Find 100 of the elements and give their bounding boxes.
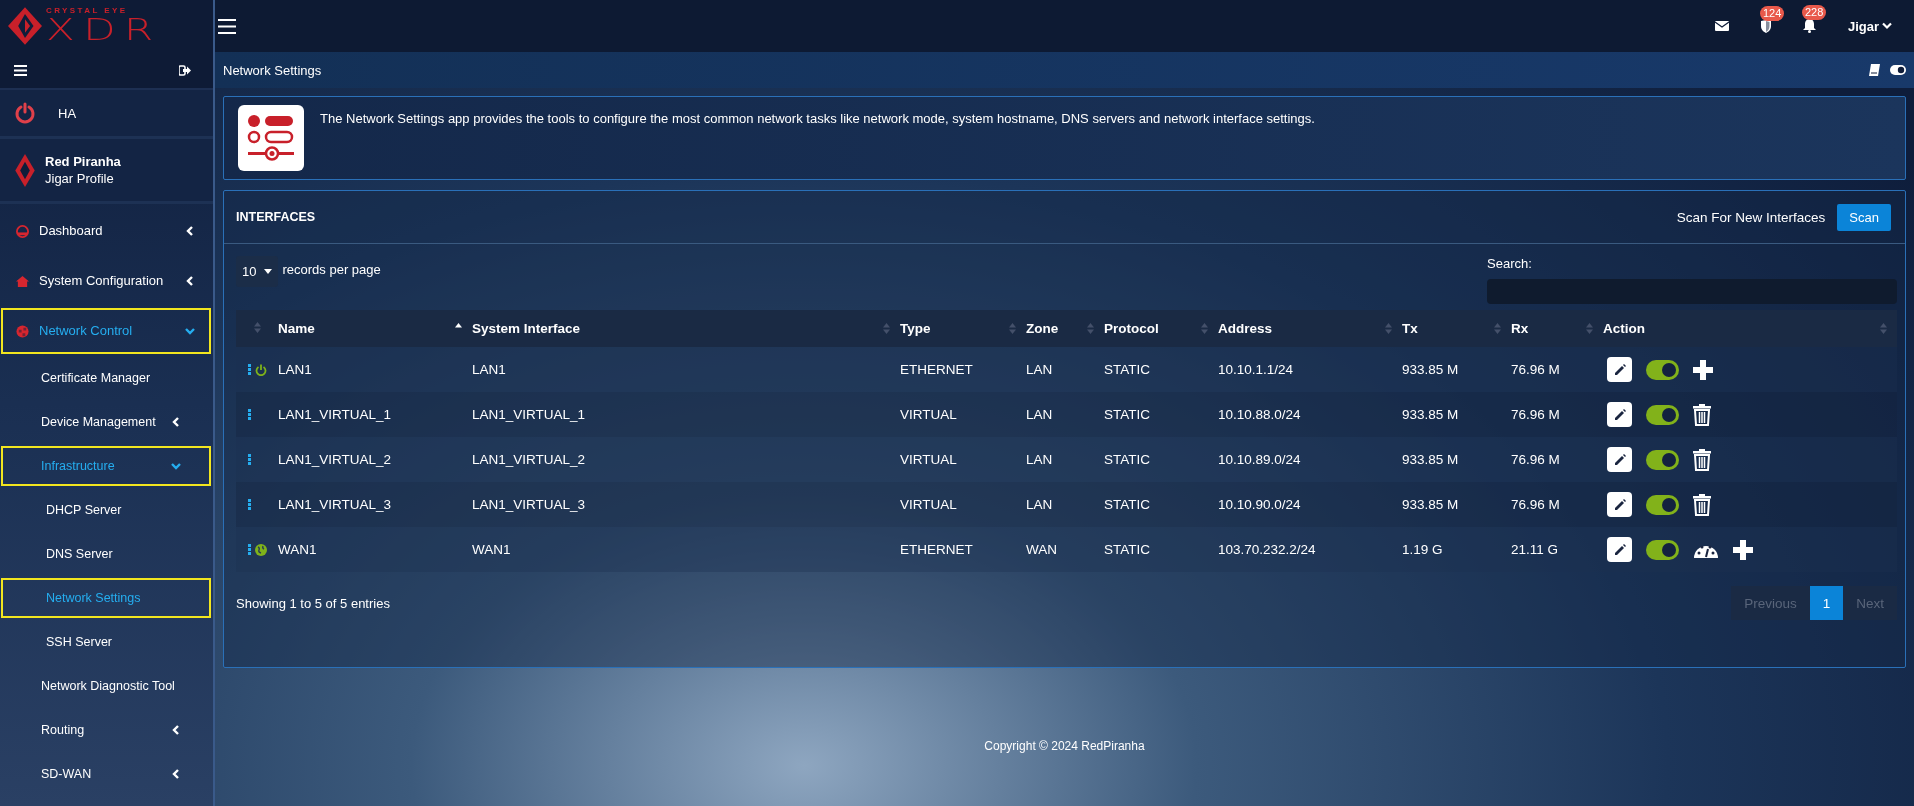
table-cell: 103.70.232.2/24 xyxy=(1218,527,1402,572)
column-header[interactable]: Type xyxy=(900,310,1026,347)
scan-button[interactable]: Scan xyxy=(1837,203,1891,231)
chevron-icon xyxy=(185,326,195,336)
drag-handle-icon[interactable] xyxy=(248,454,251,465)
table-cell: STATIC xyxy=(1104,347,1218,392)
column-header[interactable]: Zone xyxy=(1026,310,1104,347)
sidebar-item[interactable]: DHCP Server xyxy=(1,490,211,530)
sidebar-item[interactable]: Infrastructure xyxy=(1,446,211,486)
table-cell: LAN xyxy=(1026,437,1104,482)
table-cell: 933.85 M xyxy=(1402,482,1511,527)
table-cell: ETHERNET xyxy=(900,527,1026,572)
trash-icon[interactable] xyxy=(1693,448,1711,471)
edit-button[interactable] xyxy=(1607,402,1632,427)
scan-label: Scan For New Interfaces xyxy=(1676,209,1826,225)
search-field[interactable] xyxy=(1487,279,1897,304)
sidebar-item[interactable]: Dashboard xyxy=(1,208,211,254)
trash-icon[interactable] xyxy=(1693,403,1711,426)
menu-icon[interactable] xyxy=(14,64,27,76)
home-icon xyxy=(16,274,29,288)
table-cell: ETHERNET xyxy=(900,347,1026,392)
plus-icon[interactable] xyxy=(1693,359,1713,380)
column-header[interactable]: Action xyxy=(1603,310,1897,347)
table-cell: LAN1 xyxy=(278,347,472,392)
plus-icon[interactable] xyxy=(1733,539,1753,560)
edit-button[interactable] xyxy=(1607,537,1632,562)
toggle-switch[interactable] xyxy=(1646,494,1679,515)
shield-icon[interactable] xyxy=(1760,19,1771,33)
book-icon[interactable] xyxy=(1868,64,1880,76)
chevron-icon xyxy=(185,276,195,286)
table-cell: 76.96 M xyxy=(1511,437,1603,482)
table-cell: LAN1_VIRTUAL_2 xyxy=(472,437,900,482)
column-header[interactable]: Protocol xyxy=(1104,310,1218,347)
table-cell: STATIC xyxy=(1104,482,1218,527)
trash-icon[interactable] xyxy=(1693,493,1711,516)
edit-button[interactable] xyxy=(1607,447,1632,472)
sidebar-item[interactable]: SD-WAN xyxy=(1,754,211,794)
sidebar-item[interactable]: SSH Server xyxy=(1,622,211,662)
table-cell: STATIC xyxy=(1104,527,1218,572)
toggle-switch[interactable] xyxy=(1646,449,1679,470)
column-header[interactable]: Tx xyxy=(1402,310,1511,347)
pagination-button[interactable]: 1 xyxy=(1809,586,1844,620)
ha-label: HA xyxy=(58,105,77,121)
chevron-icon xyxy=(171,461,181,471)
table-cell: LAN1_VIRTUAL_3 xyxy=(472,482,900,527)
sidebar-item[interactable]: Network Diagnostic Tool xyxy=(1,666,211,706)
table-cell: 10.10.89.0/24 xyxy=(1218,437,1402,482)
gauge-icon xyxy=(16,224,29,238)
user-menu[interactable]: Jigar xyxy=(1847,18,1892,34)
toggle-icon[interactable] xyxy=(1890,65,1906,75)
page-size-label: records per page xyxy=(282,262,381,277)
sidebar-item[interactable]: DNS Server xyxy=(1,534,211,574)
mail-icon[interactable] xyxy=(1714,21,1729,31)
drag-handle-icon[interactable] xyxy=(248,409,251,420)
sidebar-item[interactable]: Certificate Manager xyxy=(1,358,211,398)
menu-icon[interactable] xyxy=(218,18,236,34)
table-cell: WAN xyxy=(1026,527,1104,572)
column-header[interactable]: System Interface xyxy=(472,310,900,347)
logout-icon[interactable] xyxy=(179,64,191,76)
table-summary: Showing 1 to 5 of 5 entries xyxy=(236,595,390,611)
drag-handle-icon[interactable] xyxy=(248,499,251,510)
column-header[interactable]: Name xyxy=(278,310,472,347)
edit-button[interactable] xyxy=(1607,357,1632,382)
sidebar-item[interactable]: Device Management xyxy=(1,402,211,442)
profile-name: Jigar Profile xyxy=(45,171,115,186)
table-cell: STATIC xyxy=(1104,392,1218,437)
bell-icon[interactable] xyxy=(1802,19,1816,33)
table-cell: 76.96 M xyxy=(1511,482,1603,527)
logo-wordmark: XDR xyxy=(46,15,162,45)
table-cell: 76.96 M xyxy=(1511,347,1603,392)
table-cell: STATIC xyxy=(1104,437,1218,482)
sidebar-item[interactable]: Network Control xyxy=(1,308,211,354)
chevron-icon xyxy=(171,725,181,735)
table-cell: LAN1 xyxy=(472,347,900,392)
pencil-icon xyxy=(1612,452,1627,467)
toggle-switch[interactable] xyxy=(1646,404,1679,425)
toggle-switch[interactable] xyxy=(1646,539,1679,560)
table-cell: WAN1 xyxy=(278,527,472,572)
sidebar-item[interactable]: System Configuration xyxy=(1,258,211,304)
pencil-icon xyxy=(1612,542,1627,557)
intro-text: The Network Settings app provides the tools to configure the most common network tasks like network mode, system hostname, DNS servers and network interface settings. xyxy=(320,111,1315,126)
toggle-switch[interactable] xyxy=(1646,359,1679,380)
column-header[interactable]: Address xyxy=(1218,310,1402,347)
column-header[interactable]: Rx xyxy=(1511,310,1603,347)
sidebar-item[interactable]: Routing xyxy=(1,710,211,750)
chevron-icon xyxy=(171,769,181,779)
table-cell: VIRTUAL xyxy=(900,437,1026,482)
logo-icon xyxy=(15,153,35,187)
copyright-text: Copyright © 2024 RedPiranha xyxy=(984,739,1145,753)
edit-button[interactable] xyxy=(1607,492,1632,517)
notification-badge: 124 xyxy=(1759,5,1785,21)
table-cell: 10.10.88.0/24 xyxy=(1218,392,1402,437)
page-size-select[interactable]: 10 xyxy=(236,256,279,287)
table-cell: VIRTUAL xyxy=(900,482,1026,527)
sidebar-item[interactable]: Network Settings xyxy=(1,578,211,618)
table-cell: LAN xyxy=(1026,482,1104,527)
drag-handle-icon[interactable] xyxy=(248,543,251,555)
drag-handle-icon[interactable] xyxy=(248,363,251,375)
pencil-icon xyxy=(1612,497,1627,512)
page-title: Network Settings xyxy=(223,62,322,78)
